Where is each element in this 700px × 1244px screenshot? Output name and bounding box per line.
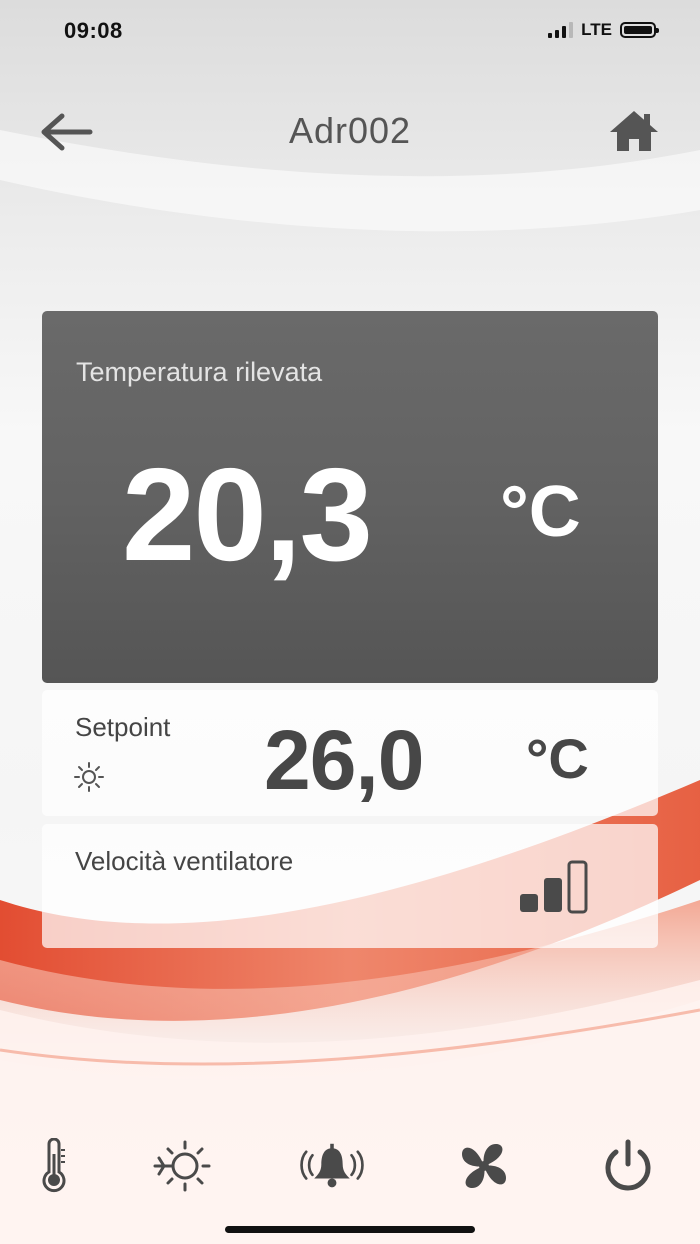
measured-temperature-label: Temperatura rilevata xyxy=(76,357,323,387)
measured-temperature-value: 20,3 xyxy=(122,441,373,588)
status-indicators: LTE xyxy=(548,20,659,40)
toolbar-mode-button[interactable] xyxy=(150,1134,214,1198)
sun-snowflake-icon xyxy=(153,1140,211,1192)
page-title: Adr002 xyxy=(288,110,412,151)
network-label: LTE xyxy=(581,20,612,39)
toolbar-thermometer-button[interactable] xyxy=(22,1134,86,1198)
setpoint-unit: °C xyxy=(526,727,589,790)
fan-speed-label: Velocità ventilatore xyxy=(75,846,294,876)
sun-icon xyxy=(74,762,104,792)
bell-alarm-icon xyxy=(300,1143,364,1188)
toolbar-fan-button[interactable] xyxy=(452,1134,516,1198)
fan-speed-bars-icon[interactable] xyxy=(518,860,590,914)
home-indicator-bar[interactable] xyxy=(225,1226,475,1233)
battery-icon xyxy=(620,22,659,38)
toolbar-alarm-button[interactable] xyxy=(300,1134,364,1198)
setpoint-label: Setpoint xyxy=(75,712,171,742)
power-icon xyxy=(605,1139,651,1191)
home-icon xyxy=(610,111,658,151)
home-button[interactable] xyxy=(608,108,660,154)
fan-speed-card[interactable]: Velocità ventilatore xyxy=(42,824,658,948)
measured-temperature-card: Temperatura rilevata 20,3 °C xyxy=(42,311,658,683)
signal-icon xyxy=(548,22,574,38)
thermometer-icon xyxy=(42,1138,66,1193)
toolbar-power-button[interactable] xyxy=(596,1134,660,1198)
fan-icon xyxy=(462,1144,506,1188)
setpoint-value: 26,0 xyxy=(264,713,424,807)
measured-temperature-unit: °C xyxy=(500,472,581,552)
setpoint-card[interactable]: Setpoint 26,0 °C xyxy=(42,690,658,816)
status-time: 09:08 xyxy=(64,18,123,43)
